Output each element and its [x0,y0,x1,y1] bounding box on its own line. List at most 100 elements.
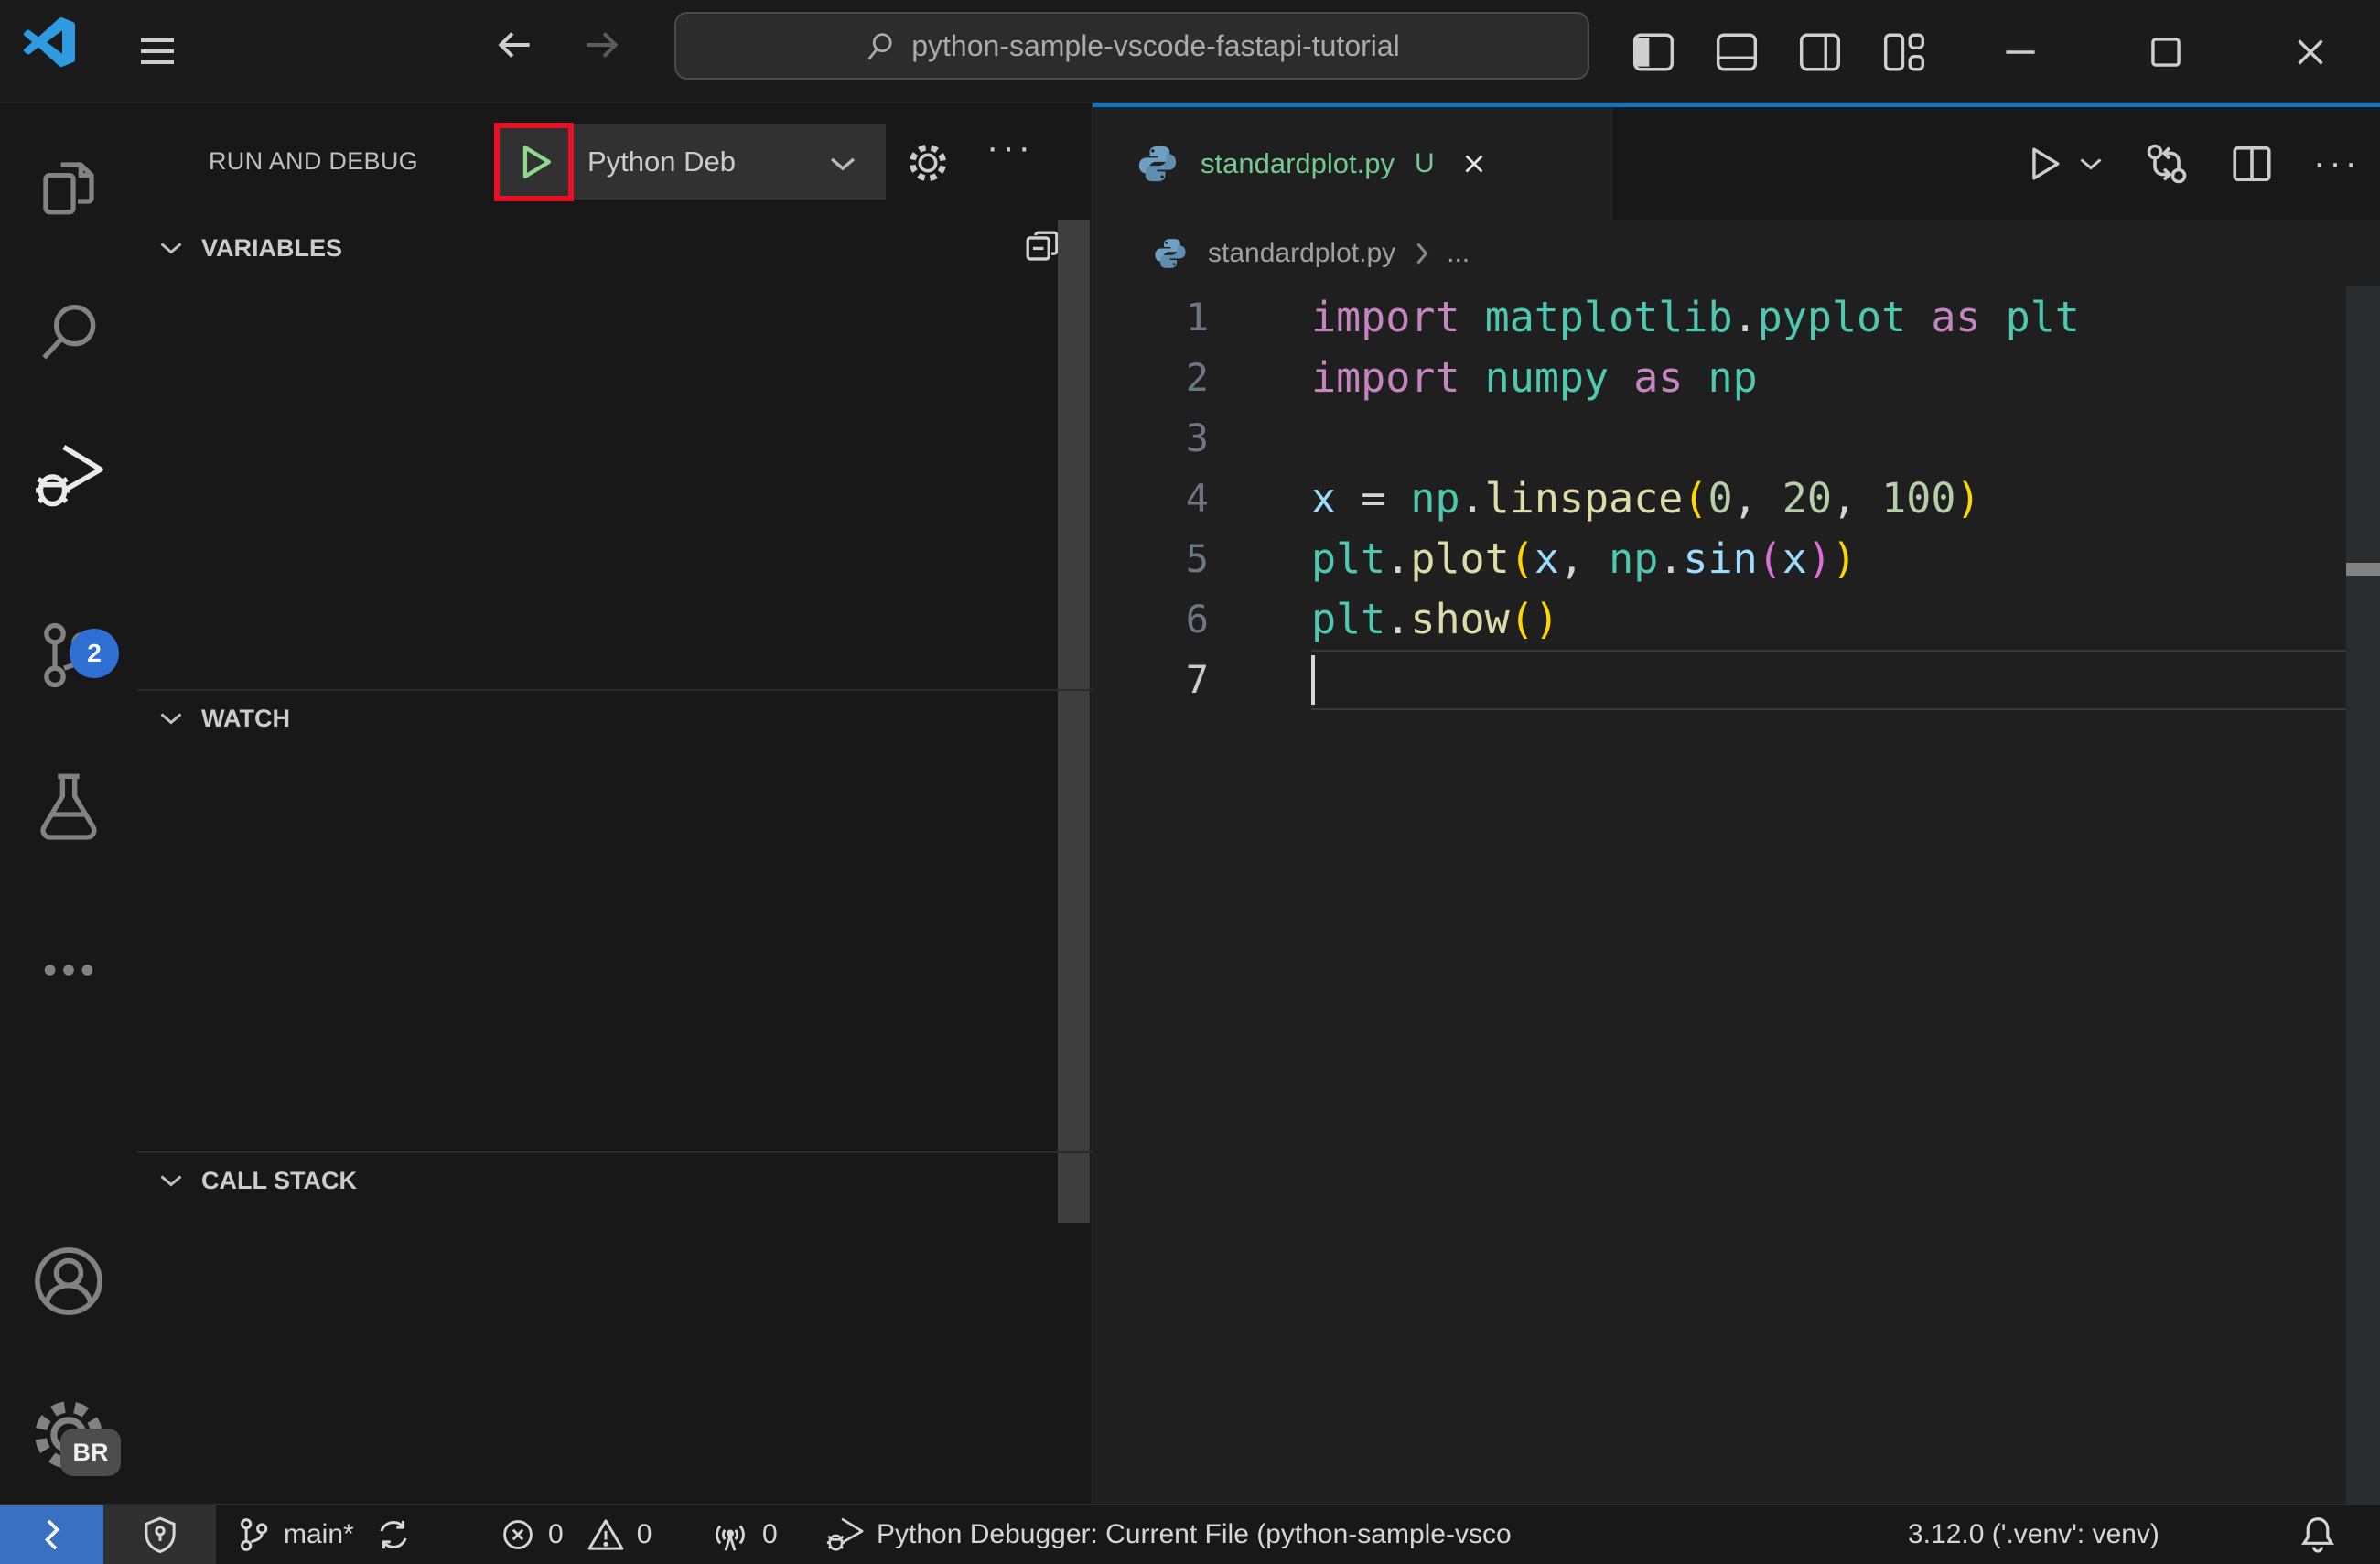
maximize-button[interactable] [2143,29,2189,75]
remote-icon [32,1515,72,1555]
warning-count: 0 [636,1519,652,1549]
code-line[interactable]: 2 import numpy as np [1093,348,2346,408]
code-line[interactable]: 3 [1093,408,2346,469]
run-debug-icon [30,437,107,514]
sidebar-title: RUN AND DEBUG [209,147,418,175]
debugger-status-text: Python Debugger: Current File (python-sa… [877,1519,1512,1549]
python-file-icon [1153,236,1188,271]
minimize-button[interactable] [1998,29,2043,75]
close-button[interactable] [2288,29,2333,75]
ports-count: 0 [762,1519,778,1549]
status-bar: main* 0 0 0 Python Debugger: Current Fil… [0,1504,2380,1564]
more-views-icon [37,938,101,1002]
breadcrumb[interactable]: standardplot.py ... [1093,220,2380,286]
code-area[interactable]: 1 import matplotlib.pyplot as plt 2 import … [1093,287,2346,710]
code-line[interactable]: 6 plt.show() [1093,589,2346,650]
workspace-trust-item[interactable] [103,1505,216,1564]
error-icon [499,1515,537,1554]
notifications-item[interactable] [2297,1505,2339,1564]
search-view-icon [32,297,105,370]
sidebar-item-search[interactable] [0,283,137,383]
breadcrumb-file-name: standardplot.py [1208,237,1396,268]
vscode-logo-icon [24,16,75,68]
debug-status-icon [824,1514,866,1556]
customize-layout-icon[interactable] [1881,29,1927,75]
settings-button[interactable]: BR [0,1385,137,1485]
account-button[interactable] [0,1231,137,1332]
code-line[interactable]: 7 [1093,650,2346,710]
chevron-down-icon [157,708,185,728]
error-count: 0 [548,1519,564,1549]
sidebar-header: RUN AND DEBUG Python Deb ··· [137,103,1092,220]
tab-close-icon[interactable] [1459,148,1490,179]
sidebar-item-testing[interactable] [0,755,137,856]
activity-bar: 2 BR [0,103,137,1504]
radio-tower-icon [709,1514,751,1556]
sidebar-item-more-views[interactable] [0,920,137,1020]
split-editor-icon[interactable] [2229,141,2275,187]
git-branch-icon [234,1515,273,1554]
profile-badge: BR [60,1429,121,1476]
python-version-item[interactable]: 3.12.0 ('.venv': venv) [1908,1505,2159,1564]
code-line[interactable]: 1 import matplotlib.pyplot as plt [1093,287,2346,348]
code-line[interactable]: 5 plt.plot(x, np.sin(x)) [1093,529,2346,589]
branch-name: main* [284,1519,354,1549]
annotation-highlight-box [494,123,574,201]
back-arrow-icon[interactable] [492,22,538,68]
menu-hamburger-icon[interactable] [135,29,179,73]
debug-settings-gear-icon[interactable] [904,139,952,187]
open-changes-icon[interactable] [2143,140,2191,188]
breadcrumb-ellipsis: ... [1447,237,1470,268]
scm-badge: 2 [70,629,119,678]
sync-icon [374,1515,413,1554]
toggle-panel-icon[interactable] [1714,29,1760,75]
tab-untracked-badge: U [1414,147,1435,178]
python-version-text: 3.12.0 ('.venv': venv) [1908,1519,2159,1549]
testing-flask-icon [32,769,105,842]
shield-icon [140,1515,180,1555]
section-watch[interactable]: WATCH [137,689,1092,746]
tab-standardplot[interactable]: standardplot.py U [1093,107,1612,220]
account-icon [29,1242,108,1321]
explorer-icon [32,156,105,229]
vscode-window: python-sample-vscode-fastapi-tutorial 2 … [0,0,2380,1564]
bell-icon [2297,1514,2339,1556]
python-file-icon [1136,143,1179,185]
sidebar-item-explorer[interactable] [0,142,137,243]
chevron-down-icon [157,1170,185,1191]
chevron-right-icon [1412,240,1432,267]
command-center-search[interactable]: python-sample-vscode-fastapi-tutorial [674,12,1589,80]
debugger-status-item[interactable]: Python Debugger: Current File (python-sa… [824,1505,1771,1564]
section-call-stack[interactable]: CALL STACK [137,1151,1092,1208]
chevron-down-icon [157,238,185,258]
debug-config-value: Python Deb [587,146,736,178]
run-python-file-button[interactable] [2022,143,2105,185]
chevron-down-icon [2080,157,2102,169]
section-call-stack-label: CALL STACK [201,1166,357,1194]
editor-scrollbar-thumb[interactable] [2346,563,2380,576]
run-debug-sidebar: RUN AND DEBUG Python Deb ··· VARIABLES W… [137,103,1092,1504]
ports-item[interactable]: 0 [709,1505,778,1564]
toggle-primary-sidebar-icon[interactable] [1631,29,1676,75]
toggle-secondary-sidebar-icon[interactable] [1797,29,1843,75]
section-variables-label: VARIABLES [201,233,343,262]
code-line[interactable]: 4x = np.linspace(0, 20, 100) [1093,469,2346,529]
search-icon [864,29,897,62]
remote-indicator[interactable] [0,1505,103,1564]
forward-arrow-icon[interactable] [578,22,624,68]
section-variables[interactable]: VARIABLES [137,220,1092,276]
problems-item[interactable]: 0 0 [499,1505,652,1564]
editor-group: standardplot.py U ··· standardplot.py ..… [1092,103,2380,1504]
editor-more-actions-icon[interactable]: ··· [2313,143,2361,184]
text-cursor [1311,655,1315,705]
tab-file-name: standardplot.py [1201,146,1395,179]
debug-config-dropdown[interactable]: Python Deb [587,124,886,200]
tabs-bar: standardplot.py U ··· [1093,103,2380,220]
search-value: python-sample-vscode-fastapi-tutorial [911,28,1400,62]
sidebar-item-source-control[interactable]: 2 [0,605,137,706]
git-branch-item[interactable]: main* [234,1505,413,1564]
warning-icon [586,1515,626,1555]
sidebar-item-run-debug[interactable] [0,426,137,526]
editor-scrollbar[interactable] [2346,286,2380,1504]
views-more-actions-icon[interactable]: ··· [986,127,1034,168]
